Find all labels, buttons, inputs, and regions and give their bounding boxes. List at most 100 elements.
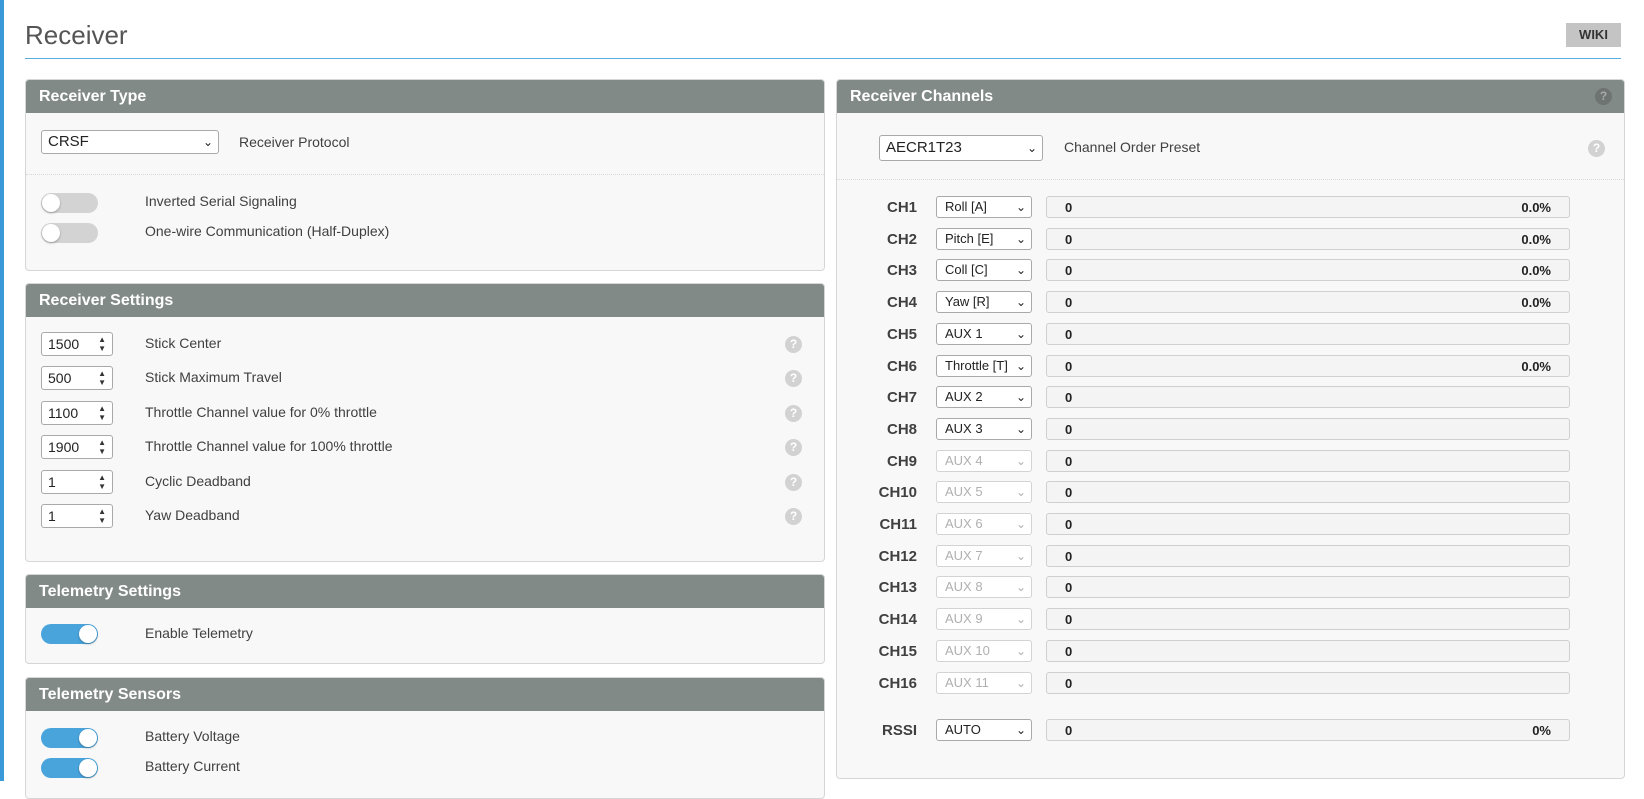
channel-assign-value: AUX 8 (945, 579, 983, 595)
setting-number-input[interactable]: 1500 ▲ ▼ (41, 332, 113, 356)
help-icon[interactable]: ? (785, 508, 802, 525)
help-icon[interactable]: ? (1588, 140, 1605, 157)
setting-label: Cyclic Deadband (145, 473, 251, 489)
channel-assign-value: Roll [A] (945, 199, 987, 214)
half-duplex-toggle[interactable] (41, 223, 98, 243)
channel-value-bar: 0 (1046, 417, 1570, 440)
channel-assign-value: AUX 3 (945, 420, 983, 436)
channel-name: CH13 (878, 579, 917, 597)
setting-value: 1500 (48, 336, 80, 352)
setting-value: 1900 (48, 439, 80, 455)
page-header: Receiver WIKI (25, 0, 1621, 59)
rssi-row: RSSI AUTO ⌄ 0 0% (837, 718, 1587, 742)
spinner-arrows-icon[interactable]: ▲ ▼ (98, 404, 106, 422)
channel-assign-select[interactable]: AUX 7 ⌄ (936, 544, 1032, 567)
channel-assign-select[interactable]: Yaw [R] ⌄ (936, 291, 1032, 314)
receiver-channels-panel: Receiver Channels ? AECR1T23 ⌄ Channel O… (836, 79, 1625, 779)
channel-value-bar: 0 (1046, 544, 1570, 567)
channel-value-bar: 0 (1046, 671, 1570, 694)
divider (26, 174, 824, 175)
channel-assign-value: AUX 11 (945, 674, 989, 690)
spinner-arrows-icon[interactable]: ▲ ▼ (98, 507, 106, 525)
channel-name: CH11 (879, 516, 917, 533)
setting-number-input[interactable]: 1100 ▲ ▼ (41, 401, 113, 425)
help-icon[interactable]: ? (1595, 88, 1612, 105)
channel-assign-select[interactable]: AUX 11 ⌄ (936, 671, 1032, 694)
setting-value: 1100 (48, 405, 79, 421)
telemetry-sensors-header: Telemetry Sensors (26, 678, 824, 711)
channel-value-bar: 0 (1046, 639, 1570, 662)
channel-value: 0 (1065, 643, 1073, 659)
setting-value: 1 (48, 474, 56, 490)
channel-percent: 0.0% (1521, 263, 1551, 279)
rssi-name: RSSI (881, 722, 917, 739)
channel-value-bar: 0 0.0% (1046, 291, 1570, 314)
rssi-channel-select[interactable]: AUTO ⌄ (936, 719, 1032, 741)
spinner-arrows-icon[interactable]: ▲ ▼ (98, 473, 106, 491)
battery-voltage-label: Battery Voltage (145, 728, 240, 744)
channel-value: 0 (1065, 263, 1073, 279)
chevron-down-icon: ⌄ (1015, 612, 1026, 627)
channel-assign-select[interactable]: AUX 1 ⌄ (936, 322, 1032, 345)
setting-value: 1 (48, 508, 56, 524)
setting-number-input[interactable]: 1900 ▲ ▼ (41, 435, 113, 459)
help-icon[interactable]: ? (785, 370, 802, 387)
chevron-down-icon: ⌄ (1015, 421, 1026, 436)
channel-assign-select[interactable]: Throttle [T] ⌄ (936, 354, 1032, 377)
channel-name: CH4 (886, 294, 917, 312)
inverted-serial-toggle[interactable] (41, 193, 98, 213)
channel-assign-select[interactable]: AUX 4 ⌄ (936, 449, 1032, 472)
toggle-knob (79, 729, 97, 747)
receiver-type-panel: Receiver Type CRSF ⌄ Receiver Protocol I… (25, 79, 825, 271)
channel-assign-value: Pitch [E] (945, 230, 994, 246)
toggle-knob (79, 759, 97, 777)
enable-telemetry-label: Enable Telemetry (145, 625, 253, 641)
channel-value: 0 (1065, 675, 1073, 691)
channel-percent: 0.0% (1521, 358, 1551, 374)
channel-row: CH9 AUX 4 ⌄ 0 (837, 449, 1587, 473)
chevron-down-icon: ⌄ (1015, 580, 1026, 595)
setting-number-input[interactable]: 500 ▲ ▼ (41, 366, 113, 390)
spinner-arrows-icon[interactable]: ▲ ▼ (98, 335, 106, 353)
channel-assign-select[interactable]: AUX 3 ⌄ (936, 417, 1032, 440)
channel-assign-select[interactable]: AUX 2 ⌄ (936, 386, 1032, 409)
channel-value-bar: 0 (1046, 608, 1570, 631)
spinner-arrows-icon[interactable]: ▲ ▼ (98, 369, 106, 387)
help-icon[interactable]: ? (785, 405, 802, 422)
channel-value: 0 (1065, 231, 1073, 247)
battery-voltage-toggle[interactable] (41, 728, 98, 748)
channel-order-preset-select[interactable]: AECR1T23 ⌄ (879, 135, 1043, 161)
receiver-channels-header: Receiver Channels ? (837, 80, 1624, 113)
help-icon[interactable]: ? (785, 474, 802, 491)
channel-assign-select[interactable]: Roll [A] ⌄ (936, 196, 1032, 218)
channel-value-bar: 0 (1046, 322, 1570, 345)
channel-name: CH15 (878, 642, 917, 660)
channel-value: 0 (1065, 326, 1073, 342)
receiver-protocol-value: CRSF (48, 133, 89, 150)
toggle-knob (42, 224, 60, 242)
channel-assign-select[interactable]: Coll [C] ⌄ (936, 259, 1032, 282)
channel-percent: 0.0% (1521, 231, 1551, 247)
receiver-protocol-select[interactable]: CRSF ⌄ (41, 130, 219, 154)
channel-value-bar: 0 0.0% (1046, 259, 1570, 282)
help-icon[interactable]: ? (785, 336, 802, 353)
battery-current-toggle[interactable] (41, 758, 98, 778)
channel-assign-select[interactable]: AUX 5 ⌄ (936, 481, 1032, 504)
channel-row: CH4 Yaw [R] ⌄ 0 0.0% (837, 290, 1587, 314)
channel-assign-select[interactable]: AUX 6 ⌄ (936, 513, 1032, 535)
spinner-arrows-icon[interactable]: ▲ ▼ (98, 438, 106, 456)
telemetry-settings-header: Telemetry Settings (26, 575, 824, 608)
wiki-button[interactable]: WIKI (1566, 23, 1621, 47)
setting-number-input[interactable]: 1 ▲ ▼ (41, 504, 113, 528)
setting-number-input[interactable]: 1 ▲ ▼ (41, 470, 113, 494)
channel-assign-select[interactable]: AUX 9 ⌄ (936, 608, 1032, 631)
battery-current-label: Battery Current (145, 758, 240, 774)
channel-row: CH11 AUX 6 ⌄ 0 (837, 512, 1587, 536)
channel-value-bar: 0 0.0% (1046, 196, 1570, 218)
channel-assign-select[interactable]: Pitch [E] ⌄ (936, 227, 1032, 250)
channel-assign-select[interactable]: AUX 8 ⌄ (936, 576, 1032, 599)
telemetry-settings-panel: Telemetry Settings Enable Telemetry (25, 574, 825, 664)
enable-telemetry-toggle[interactable] (41, 624, 98, 644)
help-icon[interactable]: ? (785, 439, 802, 456)
channel-assign-select[interactable]: AUX 10 ⌄ (936, 639, 1032, 662)
